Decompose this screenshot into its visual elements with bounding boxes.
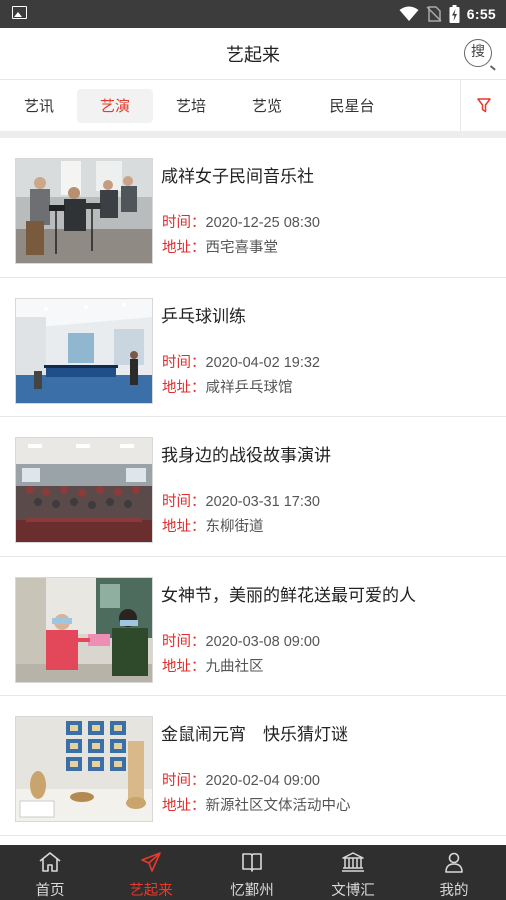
tab-minxingtai[interactable]: 民星台 xyxy=(316,89,388,123)
event-thumbnail xyxy=(15,297,153,404)
address-value: 西宅喜事堂 xyxy=(205,240,279,256)
event-time: 时间：2020-03-08 09:00 xyxy=(162,630,320,651)
event-thumbnail xyxy=(15,576,153,683)
book-icon xyxy=(242,853,262,872)
time-value: 2020-03-31 17:30 xyxy=(205,494,321,510)
nav-wenbohui[interactable]: 文博汇 xyxy=(303,845,403,900)
event-address: 地址：咸祥乒乓球馆 xyxy=(162,376,293,397)
time-label: 时间： xyxy=(162,354,206,371)
address-label: 地址： xyxy=(162,240,206,256)
address-label: 地址： xyxy=(162,798,206,814)
page-title: 艺起来 xyxy=(226,45,280,66)
event-address: 地址：新源社区文体活动中心 xyxy=(162,794,351,815)
image-notification-icon xyxy=(12,6,27,19)
tab-yipei[interactable]: 艺培 xyxy=(160,89,222,123)
category-tabs: 艺讯 艺演 艺培 艺览 民星台 xyxy=(0,80,506,131)
event-thumbnail xyxy=(15,437,153,543)
nav-mine[interactable]: 我的 xyxy=(404,845,504,900)
status-icons: 6:55 xyxy=(399,4,496,24)
event-card[interactable]: 咸祥女子民间音乐社 时间：2020-12-25 08:30 地址：西宅喜事堂 xyxy=(0,138,506,278)
app-header: 艺起来 搜 xyxy=(0,28,506,80)
time-label: 时间： xyxy=(162,494,206,510)
nav-yiyinzhou-label: 忆鄞州 xyxy=(230,883,274,899)
time-label: 时间： xyxy=(162,215,206,231)
event-title: 金鼠闹元宵 快乐猜灯谜 xyxy=(161,725,348,745)
nav-wenbohui-label: 文博汇 xyxy=(331,883,375,899)
paper-plane-icon xyxy=(141,852,161,872)
event-title: 我身边的战役故事演讲 xyxy=(161,446,331,466)
event-address: 地址：西宅喜事堂 xyxy=(162,236,278,257)
tab-yixun[interactable]: 艺讯 xyxy=(8,89,70,123)
event-time: 时间：2020-03-31 17:30 xyxy=(162,490,320,511)
event-address: 地址：东柳街道 xyxy=(162,515,264,536)
filter-button[interactable] xyxy=(460,80,506,131)
nav-yiyinzhou[interactable]: 忆鄞州 xyxy=(202,845,302,900)
tab-yilan[interactable]: 艺览 xyxy=(236,89,298,123)
nav-yiqilai-label: 艺起来 xyxy=(129,883,173,899)
event-time: 时间：2020-02-04 09:00 xyxy=(162,769,320,790)
event-card[interactable]: 我身边的战役故事演讲 时间：2020-03-31 17:30 地址：东柳街道 xyxy=(0,417,506,557)
event-title: 咸祥女子民间音乐社 xyxy=(161,167,314,187)
address-label: 地址： xyxy=(162,519,206,535)
event-title: 女神节，美丽的鲜花送最可爱的人 xyxy=(161,585,416,606)
user-icon xyxy=(445,852,463,873)
section-divider xyxy=(0,131,506,138)
address-value: 新源社区文体活动中心 xyxy=(205,798,351,814)
search-button[interactable]: 搜 xyxy=(464,39,492,67)
event-title: 乒乓球训练 xyxy=(161,306,246,327)
time-label: 时间： xyxy=(162,633,206,650)
address-value: 咸祥乒乓球馆 xyxy=(205,379,293,396)
time-value: 2020-02-04 09:00 xyxy=(205,773,321,789)
address-label: 地址： xyxy=(162,379,206,396)
home-icon xyxy=(39,852,61,872)
event-thumbnail xyxy=(15,158,153,264)
address-label: 地址： xyxy=(162,658,206,675)
address-value: 九曲社区 xyxy=(205,658,264,675)
nav-home[interactable]: 首页 xyxy=(0,845,100,900)
event-address: 地址：九曲社区 xyxy=(162,655,264,676)
time-value: 2020-04-02 19:32 xyxy=(205,354,321,371)
wifi-icon xyxy=(399,6,419,21)
nav-mine-label: 我的 xyxy=(439,883,469,899)
status-bar: 6:55 xyxy=(0,0,506,28)
filter-icon xyxy=(477,98,491,113)
battery-charging-icon xyxy=(449,5,460,23)
time-value: 2020-12-25 08:30 xyxy=(205,215,321,231)
event-card[interactable]: 乒乓球训练 时间：2020-04-02 19:32 地址：咸祥乒乓球馆 xyxy=(0,277,506,417)
event-time: 时间：2020-04-02 19:32 xyxy=(162,351,320,372)
time-value: 2020-03-08 09:00 xyxy=(205,633,321,650)
time-label: 时间： xyxy=(162,773,206,789)
event-thumbnail xyxy=(15,716,153,822)
address-value: 东柳街道 xyxy=(205,519,264,535)
tab-yiyan[interactable]: 艺演 xyxy=(77,89,153,123)
status-time: 6:55 xyxy=(466,6,496,22)
event-card[interactable]: 金鼠闹元宵 快乐猜灯谜 时间：2020-02-04 09:00 地址：新源社区文… xyxy=(0,696,506,836)
bottom-navigation: 首页 艺起来 忆鄞州 文博汇 我的 xyxy=(0,845,506,900)
event-time: 时间：2020-12-25 08:30 xyxy=(162,211,320,232)
event-card[interactable]: 女神节，美丽的鲜花送最可爱的人 时间：2020-03-08 09:00 地址：九… xyxy=(0,556,506,696)
nav-yiqilai[interactable]: 艺起来 xyxy=(101,845,201,900)
museum-icon xyxy=(342,852,364,872)
no-sim-icon xyxy=(426,6,442,22)
event-list: 咸祥女子民间音乐社 时间：2020-12-25 08:30 地址：西宅喜事堂 乒… xyxy=(0,138,506,836)
nav-home-label: 首页 xyxy=(35,883,65,899)
